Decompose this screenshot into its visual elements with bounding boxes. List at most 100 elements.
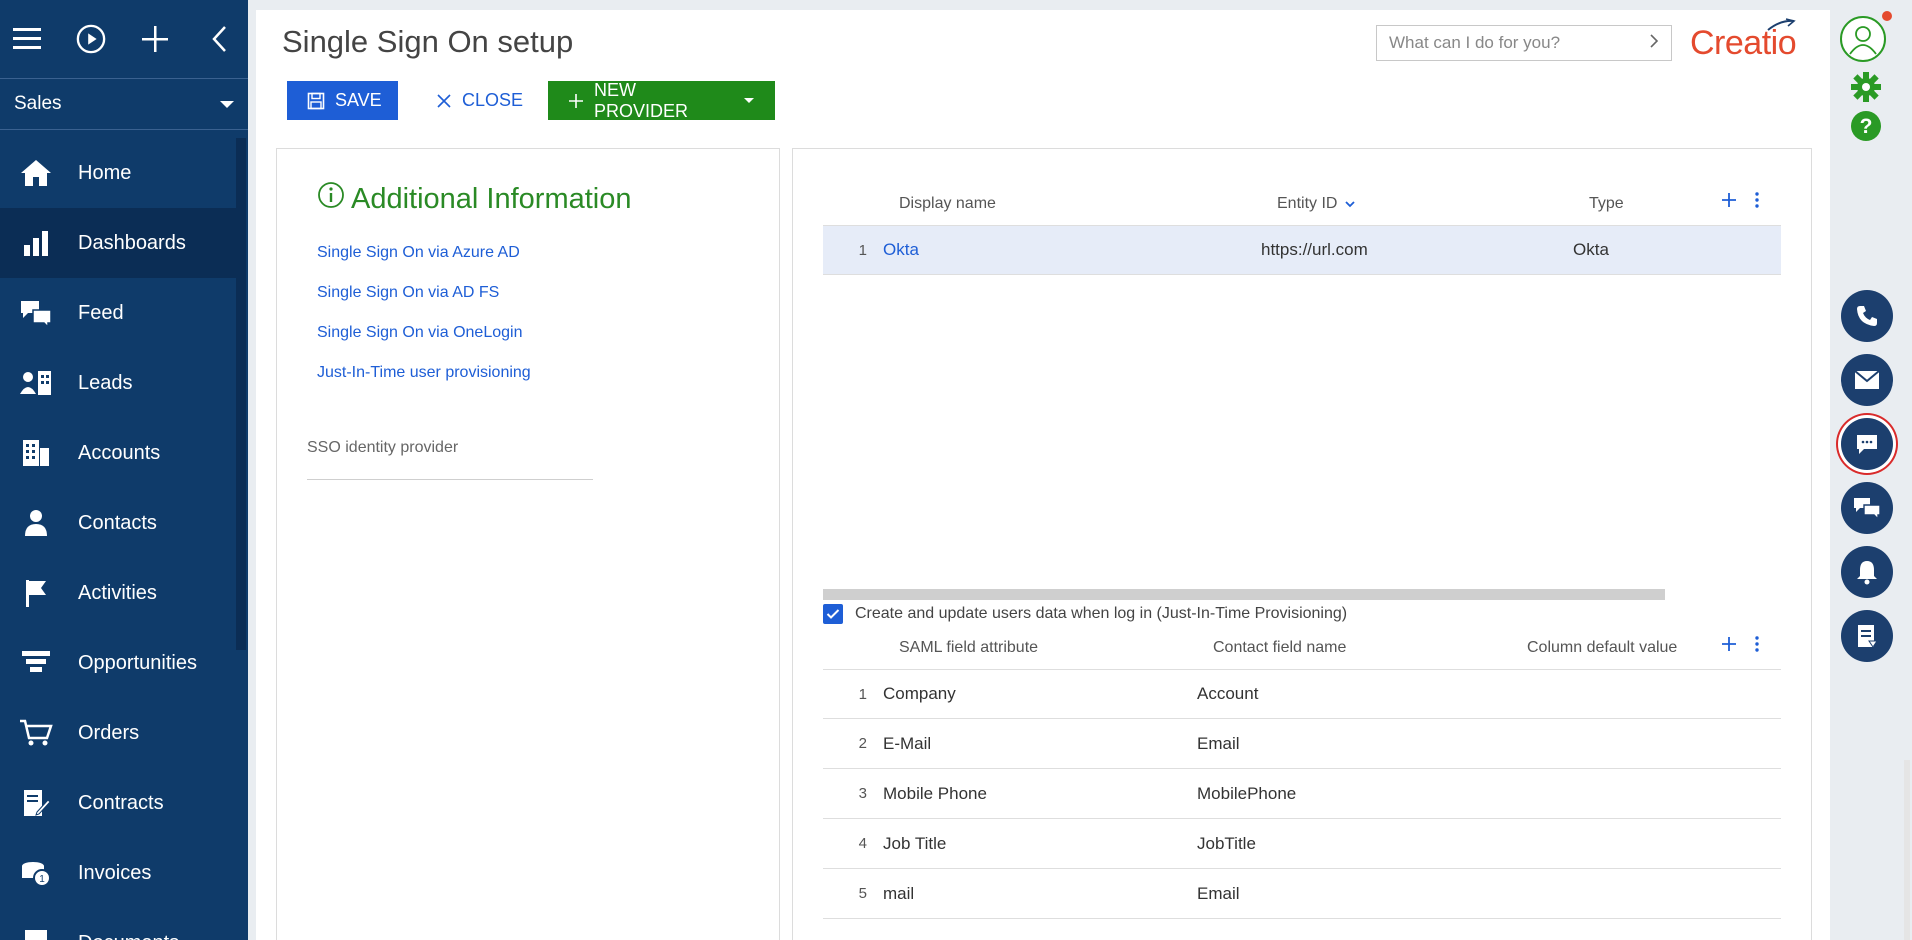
jit-checkbox[interactable]	[823, 604, 843, 624]
column-entity-id[interactable]: Entity ID	[1277, 195, 1589, 213]
provider-entity-id: https://url.com	[1261, 240, 1368, 259]
workspace-selector[interactable]: Sales	[0, 78, 248, 130]
close-label: CLOSE	[462, 90, 524, 110]
sidebar-item-leads[interactable]: Leads	[0, 348, 236, 418]
page-title: Single Sign On setup	[282, 24, 574, 59]
save-button[interactable]: SAVE	[287, 81, 398, 120]
cart-icon	[18, 715, 54, 751]
saml-attribute-cell: E-Mail	[883, 733, 932, 753]
svg-text:1: 1	[39, 874, 45, 885]
sidebar-top-bar	[0, 0, 248, 78]
providers-grid-header: Display name Entity ID Type	[823, 183, 1781, 225]
sidebar-item-label: Leads	[78, 371, 133, 394]
info-icon	[317, 181, 345, 217]
contract-icon	[18, 785, 54, 821]
save-label: SAVE	[335, 90, 382, 110]
page-scrollbar[interactable]	[1904, 760, 1910, 940]
process-play-icon[interactable]	[76, 24, 106, 54]
sidebar-item-invoices[interactable]: 1 Invoices	[0, 838, 236, 908]
table-row[interactable]: 3 Mobile Phone MobilePhone	[823, 769, 1781, 819]
document-icon	[18, 925, 54, 940]
leads-icon	[18, 365, 54, 401]
command-search-input[interactable]: What can I do for you?	[1376, 25, 1672, 61]
column-entity-id-label: Entity ID	[1277, 195, 1338, 212]
sso-identity-provider-field[interactable]	[307, 479, 593, 480]
sidebar-item-home[interactable]: Home	[0, 138, 236, 208]
row-number: 3	[858, 785, 867, 802]
column-saml-attribute[interactable]: SAML field attribute	[899, 639, 1213, 657]
sidebar-item-feed[interactable]: Feed	[0, 278, 236, 348]
chat-icon	[18, 295, 54, 331]
saml-attribute-cell: mail	[883, 883, 915, 903]
provider-name-link[interactable]: Okta	[883, 240, 1261, 260]
gear-icon[interactable]	[1850, 71, 1882, 108]
additional-info-title-text: Additional Information	[351, 182, 632, 215]
sidebar-item-orders[interactable]: Orders	[0, 698, 236, 768]
horizontal-scrollbar[interactable]	[823, 589, 1665, 600]
row-number: 2	[858, 735, 867, 752]
help-icon[interactable]: ?	[1850, 110, 1882, 147]
chat-bubble-icon[interactable]	[1841, 418, 1893, 470]
column-type[interactable]: Type	[1589, 195, 1624, 213]
sidebar-item-dashboards[interactable]: Dashboards	[0, 208, 236, 278]
additional-info-title: Additional Information	[317, 181, 632, 217]
new-provider-button[interactable]: NEW PROVIDER	[548, 79, 775, 121]
search-placeholder: What can I do for you?	[1389, 33, 1561, 52]
add-icon[interactable]	[140, 24, 170, 54]
column-display-name[interactable]: Display name	[899, 195, 1277, 213]
add-row-icon[interactable]	[1721, 187, 1737, 215]
hamburger-menu-icon[interactable]	[12, 24, 42, 54]
sidebar-item-contracts[interactable]: Contracts	[0, 768, 236, 838]
flag-icon	[18, 575, 54, 611]
collapse-chevron-icon[interactable]	[204, 24, 234, 54]
sidebar-item-label: Documents	[78, 932, 179, 940]
chevron-down-icon	[220, 100, 234, 108]
close-button[interactable]: CLOSE	[416, 81, 530, 120]
table-row[interactable]: 1 Company Account	[823, 669, 1781, 719]
sidebar-item-contacts[interactable]: Contacts	[0, 488, 236, 558]
link-jit-provisioning[interactable]: Just-In-Time user provisioning	[317, 364, 531, 382]
column-default-value[interactable]: Column default value	[1527, 639, 1677, 657]
table-row[interactable]: 4 Job Title JobTitle	[823, 819, 1781, 869]
table-row[interactable]: 5 mail Email	[823, 869, 1781, 919]
saml-attribute-cell: Mobile Phone	[883, 783, 987, 803]
coins-icon: 1	[18, 855, 54, 891]
sidebar-item-activities[interactable]: Activities	[0, 558, 236, 628]
saml-attribute-cell: Job Title	[883, 833, 947, 853]
mapping-grid-actions	[1721, 631, 1759, 659]
phone-icon[interactable]	[1841, 290, 1893, 342]
sidebar-item-label: Opportunities	[78, 651, 197, 674]
sidebar-item-label: Home	[78, 161, 132, 184]
more-vertical-icon[interactable]	[1755, 187, 1759, 215]
add-row-icon[interactable]	[1721, 631, 1737, 659]
row-number: 4	[858, 835, 867, 852]
sidebar-item-accounts[interactable]: Accounts	[0, 418, 236, 488]
provider-type: Okta	[1573, 240, 1609, 259]
link-sso-azure[interactable]: Single Sign On via Azure AD	[317, 244, 520, 262]
contact-field-cell: Email	[1197, 883, 1240, 903]
link-sso-onelogin[interactable]: Single Sign On via OneLogin	[317, 324, 522, 342]
table-row[interactable]: 2 E-Mail Email	[823, 719, 1781, 769]
email-icon[interactable]	[1841, 354, 1893, 406]
document-list-icon[interactable]	[1841, 610, 1893, 662]
user-avatar[interactable]	[1840, 16, 1886, 62]
new-provider-label: NEW PROVIDER	[594, 79, 689, 121]
table-row[interactable]: 1 Okta https://url.com Okta	[823, 225, 1781, 275]
row-number: 1	[858, 241, 867, 259]
sidebar-menu: Home Dashboards Feed Leads Accounts Cont…	[0, 138, 236, 940]
sidebar-item-label: Feed	[78, 301, 124, 324]
svg-text:?: ?	[1860, 115, 1873, 138]
row-number: 5	[858, 885, 867, 902]
sidebar-item-documents[interactable]: Documents	[0, 908, 236, 940]
sidebar-scrollbar[interactable]	[236, 138, 246, 650]
sidebar-item-opportunities[interactable]: Opportunities	[0, 628, 236, 698]
plus-icon	[568, 93, 584, 109]
bell-icon[interactable]	[1841, 546, 1893, 598]
link-sso-adfs[interactable]: Single Sign On via AD FS	[317, 284, 499, 302]
sidebar-item-label: Dashboards	[78, 231, 186, 254]
more-vertical-icon[interactable]	[1755, 631, 1759, 659]
contact-field-cell: MobilePhone	[1197, 783, 1297, 803]
feed-chat-icon[interactable]	[1841, 482, 1893, 534]
contact-field-cell: JobTitle	[1197, 833, 1256, 853]
column-contact-field[interactable]: Contact field name	[1213, 639, 1527, 657]
